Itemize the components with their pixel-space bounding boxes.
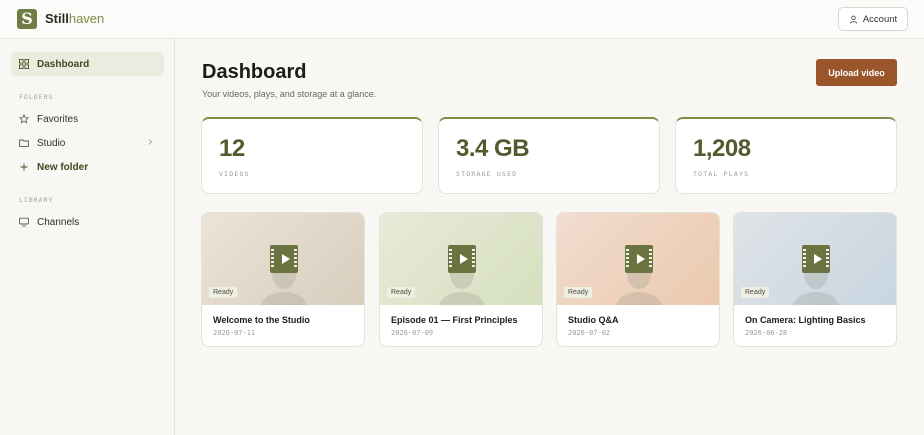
new-folder-label: New folder [37, 161, 89, 173]
library-section-label: LIBRARY [19, 196, 54, 204]
status-badge: Ready [564, 287, 593, 298]
video-card[interactable]: Ready Episode 01 — First Principles 2026… [379, 212, 543, 347]
video-card[interactable]: Ready Studio Q&A 2026-07-02 [556, 212, 720, 347]
person-silhouette-body [261, 292, 307, 305]
video-date: 2026-07-09 [391, 329, 434, 337]
video-title[interactable]: Welcome to the Studio [213, 315, 310, 325]
play-triangle-icon [460, 254, 468, 264]
account-label: Account [862, 13, 898, 25]
stat-card-plays: 1,208 TOTAL PLAYS [675, 117, 897, 194]
stat-value: 3.4 GB [456, 135, 530, 162]
video-date: 2026-07-02 [568, 329, 611, 337]
user-icon [849, 15, 857, 24]
sidebar-item-label: Favorites [37, 113, 79, 125]
account-button[interactable]: Account [838, 7, 908, 31]
status-badge: Ready [741, 287, 770, 298]
stat-card-storage: 3.4 GB STORAGE USED [438, 117, 660, 194]
video-card[interactable]: Ready On Camera: Lighting Basics 2026-06… [733, 212, 897, 347]
video-thumbnail[interactable]: Ready [734, 213, 896, 305]
page-title: Dashboard [202, 61, 307, 83]
person-silhouette-body [793, 292, 839, 305]
plus-icon [20, 163, 28, 171]
chevron-right-icon[interactable] [146, 138, 154, 146]
stat-value: 12 [219, 135, 245, 162]
stat-value: 1,208 [693, 135, 751, 162]
play-triangle-icon [282, 254, 290, 264]
play-triangle-icon [637, 254, 645, 264]
stat-label: TOTAL PLAYS [693, 170, 750, 178]
status-badge: Ready [387, 287, 416, 298]
video-title[interactable]: Studio Q&A [568, 315, 619, 325]
stat-label: VIDEOS [219, 170, 250, 178]
play-triangle-icon [814, 254, 822, 264]
star-icon [19, 114, 29, 124]
new-folder-button[interactable]: New folder [11, 155, 164, 179]
sidebar-item-channels[interactable]: Channels [11, 210, 164, 234]
upload-video-button[interactable]: Upload video [816, 59, 897, 86]
brand-second: haven [68, 11, 105, 26]
sidebar: Dashboard FOLDERS Favorites Studio New f… [0, 39, 175, 435]
sidebar-item-label: Dashboard [37, 58, 90, 70]
video-date: 2026-06-28 [745, 329, 788, 337]
video-date: 2026-07-11 [213, 329, 256, 337]
sidebar-item-favorites[interactable]: Favorites [11, 107, 164, 131]
status-badge: Ready [209, 287, 238, 298]
video-card[interactable]: Ready Welcome to the Studio 2026-07-11 [201, 212, 365, 347]
sidebar-item-label: Studio [37, 137, 66, 149]
video-title[interactable]: On Camera: Lighting Basics [745, 315, 866, 325]
video-thumbnail[interactable]: Ready [380, 213, 542, 305]
page-subtitle: Your videos, plays, and storage at a gla… [202, 89, 377, 99]
top-bar: S Stillhaven Account [0, 0, 924, 39]
stat-label: STORAGE USED [456, 170, 518, 178]
folders-section-label: FOLDERS [19, 93, 54, 101]
brand-name[interactable]: Stillhaven [45, 11, 104, 26]
logo-icon[interactable]: S [17, 9, 37, 29]
video-title[interactable]: Episode 01 — First Principles [391, 315, 518, 325]
grid-icon [19, 59, 29, 69]
video-thumbnail[interactable]: Ready [202, 213, 364, 305]
folder-icon [19, 139, 29, 148]
video-thumbnail[interactable]: Ready [557, 213, 719, 305]
brand-first: Still [45, 11, 69, 26]
sidebar-item-dashboard[interactable]: Dashboard [11, 52, 164, 76]
person-silhouette-body [616, 292, 662, 305]
sidebar-item-label: Channels [37, 216, 80, 228]
sidebar-item-studio[interactable]: Studio [11, 131, 164, 155]
monitor-icon [19, 217, 29, 227]
stat-card-videos: 12 VIDEOS [201, 117, 423, 194]
person-silhouette-body [439, 292, 485, 305]
